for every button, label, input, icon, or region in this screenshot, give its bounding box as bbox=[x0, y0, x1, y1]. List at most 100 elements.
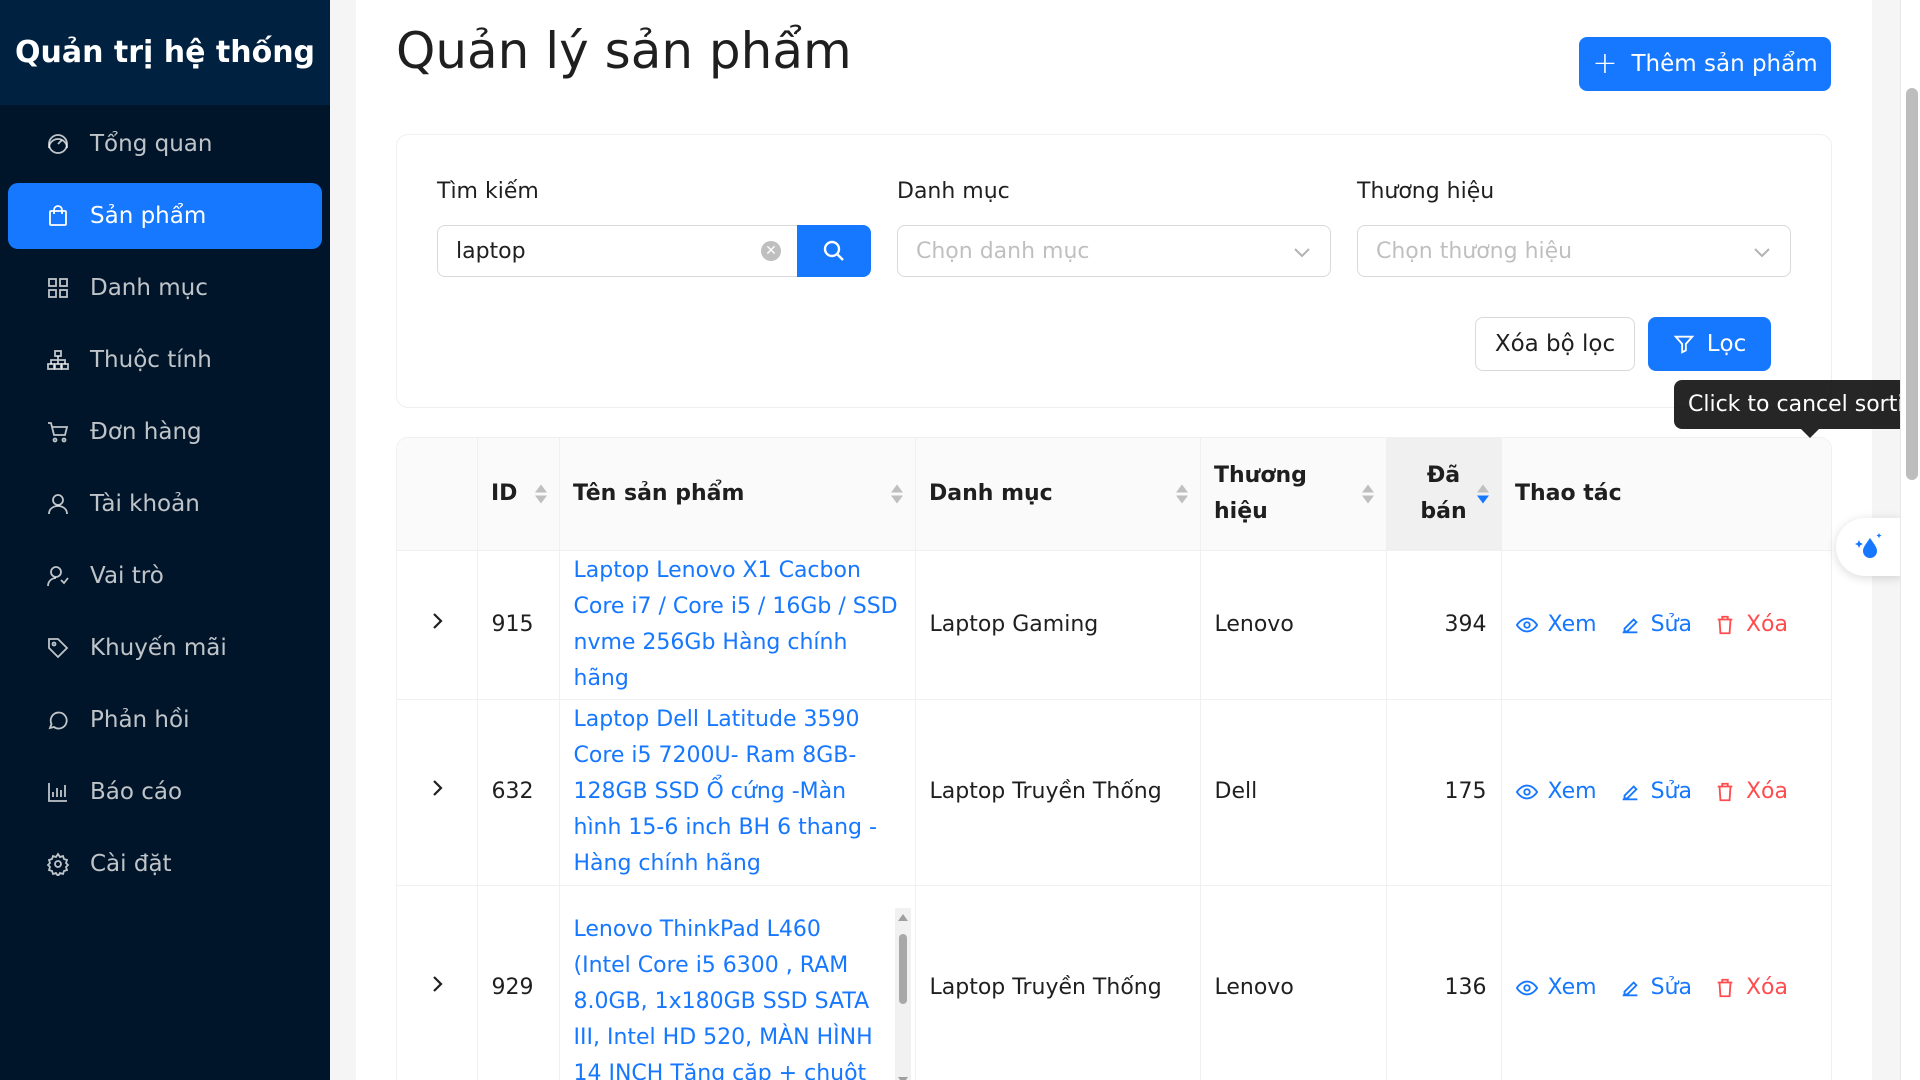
product-name-link[interactable]: Lenovo ThinkPad L460 (Intel Core i5 6300… bbox=[574, 917, 873, 1080]
cell-name: Laptop Lenovo X1 Cacbon Core i7 / Core i… bbox=[558, 550, 915, 700]
sidebar-item-categories[interactable]: Danh mục bbox=[8, 255, 322, 321]
scroll-down-icon[interactable] bbox=[897, 1076, 908, 1080]
chevron-right-icon bbox=[432, 612, 443, 629]
column-header-name[interactable]: Tên sản phẩm bbox=[559, 438, 915, 551]
sidebar-item-overview[interactable]: Tổng quan bbox=[8, 111, 322, 177]
view-button[interactable]: Xem bbox=[1515, 607, 1597, 643]
edit-button[interactable]: Sửa bbox=[1619, 607, 1692, 643]
sort-icon bbox=[1176, 484, 1188, 504]
shopping-bag-icon bbox=[46, 204, 70, 228]
view-button[interactable]: Xem bbox=[1515, 970, 1597, 1006]
delete-label: Xóa bbox=[1745, 611, 1788, 637]
chevron-right-icon bbox=[432, 975, 443, 992]
edit-button[interactable]: Sửa bbox=[1619, 970, 1692, 1006]
sidebar-item-label: Vai trò bbox=[90, 563, 164, 589]
sidebar-item-label: Thuộc tính bbox=[90, 347, 212, 373]
edit-icon bbox=[1622, 617, 1638, 633]
search-group: laptop ✕ bbox=[437, 225, 871, 277]
brand-select[interactable]: Chọn thương hiệu bbox=[1357, 225, 1791, 277]
app-title: Quản trị hệ thống bbox=[14, 35, 316, 70]
cell-id: 929 bbox=[476, 885, 559, 1080]
filter-button[interactable]: Lọc bbox=[1648, 317, 1771, 371]
cell-sold: 394 bbox=[1385, 550, 1501, 700]
chevron-down-icon bbox=[1292, 242, 1312, 262]
table-row: 929 Lenovo ThinkPad L460 (Intel Core i5 … bbox=[397, 885, 1831, 1080]
product-name-link[interactable]: Laptop Lenovo X1 Cacbon Core i7 / Core i… bbox=[574, 558, 898, 691]
column-header-label: Đã bán bbox=[1420, 462, 1467, 524]
view-button[interactable]: Xem bbox=[1515, 774, 1597, 810]
cell-category: Laptop Gaming bbox=[914, 550, 1200, 700]
column-header-category[interactable]: Danh mục bbox=[915, 438, 1200, 551]
users-role-icon bbox=[46, 564, 70, 588]
column-header-actions: Thao tác bbox=[1501, 438, 1831, 551]
column-header-id[interactable]: ID bbox=[477, 438, 559, 551]
plus-icon: + bbox=[1592, 46, 1618, 81]
table-header-row: ID Tên sản phẩm Danh mục Thương hiệu Đã … bbox=[397, 438, 1831, 551]
search-input[interactable]: laptop ✕ bbox=[437, 225, 797, 277]
cell-category: Laptop Truyền Thống bbox=[914, 699, 1200, 886]
sidebar-item-accounts[interactable]: Tài khoản bbox=[8, 471, 322, 537]
sidebar-item-attributes[interactable]: Thuộc tính bbox=[8, 327, 322, 393]
column-header-brand[interactable]: Thương hiệu bbox=[1200, 438, 1386, 551]
bar-chart-icon bbox=[46, 780, 70, 804]
sidebar-item-roles[interactable]: Vai trò bbox=[8, 543, 322, 609]
expand-row-button[interactable] bbox=[397, 699, 477, 886]
scroll-thumb[interactable] bbox=[898, 933, 907, 1004]
cell-id: 632 bbox=[476, 699, 559, 886]
name-scroll-area[interactable]: Lenovo ThinkPad L460 (Intel Core i5 6300… bbox=[574, 912, 901, 1080]
expand-row-button[interactable] bbox=[397, 550, 477, 700]
view-label: Xem bbox=[1547, 611, 1597, 637]
search-input-value: laptop bbox=[456, 238, 526, 264]
table-row: 632 Laptop Dell Latitude 3590 Core i5 72… bbox=[397, 699, 1831, 886]
add-product-label: Thêm sản phẩm bbox=[1631, 51, 1818, 77]
cell-scrollbar[interactable] bbox=[894, 907, 911, 1080]
clear-filter-button[interactable]: Xóa bộ lọc bbox=[1475, 317, 1635, 371]
sort-icon bbox=[535, 484, 547, 504]
page-scroll-thumb[interactable] bbox=[1906, 88, 1918, 480]
sort-tooltip: Click to cancel sorting bbox=[1674, 380, 1920, 438]
dashboard-icon bbox=[46, 132, 70, 156]
edit-button[interactable]: Sửa bbox=[1619, 774, 1692, 810]
cell-sold: 175 bbox=[1385, 699, 1501, 886]
sidebar-item-products[interactable]: Sản phẩm bbox=[8, 183, 322, 249]
add-product-button[interactable]: + Thêm sản phẩm bbox=[1579, 37, 1831, 91]
main-content: Quản lý sản phẩm + Thêm sản phẩm Tìm kiế… bbox=[356, 0, 1920, 1080]
scroll-up-icon[interactable] bbox=[897, 913, 908, 921]
table-row: 915 Laptop Lenovo X1 Cacbon Core i7 / Co… bbox=[397, 550, 1831, 700]
sidebar-item-label: Tài khoản bbox=[90, 491, 200, 517]
sidebar-item-orders[interactable]: Đơn hàng bbox=[8, 399, 322, 465]
search-button[interactable] bbox=[797, 225, 871, 277]
trash-icon bbox=[1717, 978, 1733, 997]
column-header-label: Thương hiệu bbox=[1214, 462, 1307, 524]
sidebar-item-promotions[interactable]: Khuyến mãi bbox=[8, 615, 322, 681]
cell-id: 915 bbox=[476, 550, 559, 700]
expand-column-header bbox=[397, 438, 477, 551]
product-name-link[interactable]: Laptop Dell Latitude 3590 Core i5 7200U-… bbox=[574, 707, 877, 876]
sidebar-item-feedback[interactable]: Phản hồi bbox=[8, 687, 322, 753]
cell-category: Laptop Truyền Thống bbox=[914, 885, 1200, 1080]
clear-search-icon[interactable]: ✕ bbox=[761, 241, 781, 261]
hierarchy-icon bbox=[46, 348, 70, 372]
sidebar-item-label: Danh mục bbox=[90, 275, 208, 301]
sidebar-item-reports[interactable]: Báo cáo bbox=[8, 759, 322, 825]
brand-placeholder: Chọn thương hiệu bbox=[1376, 238, 1573, 264]
cell-brand: Lenovo bbox=[1199, 550, 1386, 700]
expand-row-button[interactable] bbox=[397, 885, 477, 1080]
delete-button[interactable]: Xóa bbox=[1714, 774, 1788, 810]
sidebar-item-label: Khuyến mãi bbox=[90, 635, 227, 661]
cell-actions: Xem Sửa Xóa bbox=[1500, 885, 1831, 1080]
category-select[interactable]: Chọn danh mục bbox=[897, 225, 1331, 277]
column-header-sold[interactable]: Đã bán bbox=[1386, 438, 1501, 551]
delete-button[interactable]: Xóa bbox=[1714, 607, 1788, 643]
edit-label: Sửa bbox=[1650, 611, 1692, 637]
sidebar-item-settings[interactable]: Cài đặt bbox=[8, 831, 322, 897]
eye-icon bbox=[1515, 980, 1538, 995]
chat-icon bbox=[46, 708, 70, 732]
floating-assistant-button[interactable] bbox=[1836, 518, 1902, 576]
column-header-label: Thao tác bbox=[1515, 480, 1622, 506]
delete-button[interactable]: Xóa bbox=[1714, 970, 1788, 1006]
page-scrollbar[interactable] bbox=[1900, 0, 1920, 1080]
category-placeholder: Chọn danh mục bbox=[916, 238, 1090, 264]
sidebar-item-label: Phản hồi bbox=[90, 707, 190, 733]
search-icon bbox=[823, 240, 844, 261]
